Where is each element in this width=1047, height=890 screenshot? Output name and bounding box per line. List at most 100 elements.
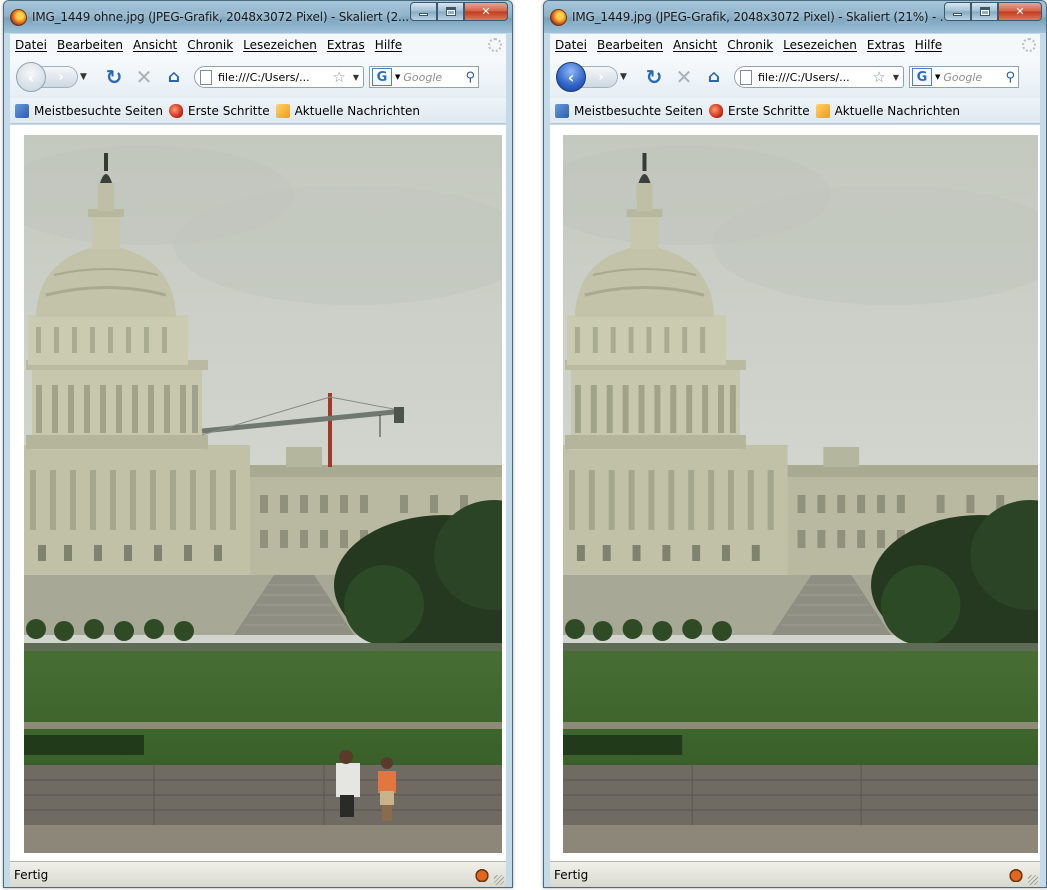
menu-datei[interactable]: Datei	[555, 38, 587, 52]
photo-image	[24, 135, 502, 853]
window-title: IMG_1449.jpg (JPEG-Grafik, 2048x3072 Pix…	[572, 10, 944, 24]
magnifier-icon[interactable]: ⚲	[1005, 70, 1015, 85]
search-placeholder[interactable]: Google	[403, 71, 465, 84]
maximize-button[interactable]	[971, 2, 998, 21]
status-text: Fertig	[14, 867, 49, 882]
page-content	[10, 125, 506, 861]
stop-icon[interactable]: ✕	[132, 65, 156, 89]
resize-grip-icon[interactable]	[494, 875, 504, 885]
navigation-toolbar: ‹ › ▼ ↻ ✕ ⌂ file:///C:/Users/... ☆ ▼ G ▼…	[10, 56, 506, 98]
title-bar[interactable]: IMG_1449 ohne.jpg (JPEG-Grafik, 2048x307…	[4, 1, 512, 33]
folder-icon	[15, 103, 29, 118]
back-arrow-icon: ‹	[27, 67, 35, 87]
bookmarks-toolbar: Meistbesuchte Seiten Erste Schritte Aktu…	[550, 98, 1040, 124]
bookmark-label: Meistbesuchte Seiten	[574, 103, 704, 118]
minimize-button[interactable]	[944, 2, 971, 21]
star-icon[interactable]: ☆	[872, 68, 885, 86]
google-icon[interactable]: G	[912, 68, 932, 86]
back-button[interactable]: ‹	[16, 62, 46, 92]
resize-grip-icon[interactable]	[1028, 875, 1038, 885]
page-content	[550, 125, 1040, 861]
history-dropdown-icon[interactable]: ▼	[620, 72, 627, 82]
menu-extras[interactable]: Extras	[327, 38, 365, 52]
stop-icon[interactable]: ✕	[672, 65, 696, 89]
minimize-icon	[419, 13, 428, 16]
menu-lesezeichen[interactable]: Lesezeichen	[783, 38, 857, 52]
menu-hilfe[interactable]: Hilfe	[915, 38, 942, 52]
menu-chronik[interactable]: Chronik	[727, 38, 773, 52]
menu-datei[interactable]: Datei	[15, 38, 47, 52]
photo-image	[563, 135, 1038, 853]
firefox-logo-icon	[10, 8, 27, 26]
capitol-photo[interactable]	[24, 135, 502, 853]
close-button[interactable]: ✕	[998, 2, 1042, 21]
forward-arrow-icon: ›	[58, 69, 64, 85]
bookmark-label: Erste Schritte	[188, 103, 270, 118]
close-button[interactable]: ✕	[464, 2, 508, 21]
address-bar[interactable]: file:///C:/Users/... ☆ ▼	[734, 66, 904, 88]
menu-extras[interactable]: Extras	[867, 38, 905, 52]
menu-lesezeichen[interactable]: Lesezeichen	[243, 38, 317, 52]
status-bar: Fertig	[550, 861, 1040, 887]
title-bar[interactable]: IMG_1449.jpg (JPEG-Grafik, 2048x3072 Pix…	[544, 1, 1046, 33]
bug-icon[interactable]	[1008, 867, 1024, 882]
engine-dropdown-icon[interactable]: ▼	[395, 73, 400, 81]
search-box[interactable]: G ▼ Google ⚲	[909, 66, 1019, 88]
address-text[interactable]: file:///C:/Users/...	[218, 71, 329, 84]
capitol-photo[interactable]	[563, 135, 1038, 853]
engine-dropdown-icon[interactable]: ▼	[935, 73, 940, 81]
menu-ansicht[interactable]: Ansicht	[673, 38, 717, 52]
forward-arrow-icon: ›	[598, 69, 604, 85]
search-box[interactable]: G ▼ Google ⚲	[369, 66, 479, 88]
back-arrow-icon: ‹	[567, 67, 575, 87]
magnifier-icon[interactable]: ⚲	[465, 70, 475, 85]
minimize-icon	[953, 13, 962, 16]
rss-icon	[275, 103, 290, 118]
bookmark-most-visited[interactable]: Meistbesuchte Seiten	[15, 103, 164, 118]
reload-icon[interactable]: ↻	[102, 65, 126, 89]
maximize-icon	[979, 7, 990, 16]
rss-icon	[815, 103, 830, 118]
bookmark-label: Erste Schritte	[728, 103, 810, 118]
google-icon[interactable]: G	[372, 68, 392, 86]
navigation-toolbar: ‹ › ▼ ↻ ✕ ⌂ file:///C:/Users/... ☆ ▼ G ▼…	[550, 56, 1040, 98]
bookmark-label: Meistbesuchte Seiten	[34, 103, 164, 118]
menu-hilfe[interactable]: Hilfe	[375, 38, 402, 52]
url-dropdown-icon[interactable]: ▼	[353, 73, 359, 82]
address-bar[interactable]: file:///C:/Users/... ☆ ▼	[194, 66, 364, 88]
bookmark-latest-news[interactable]: Aktuelle Nachrichten	[275, 103, 421, 118]
bookmark-most-visited[interactable]: Meistbesuchte Seiten	[555, 103, 704, 118]
bookmark-label: Aktuelle Nachrichten	[834, 103, 961, 118]
bookmark-latest-news[interactable]: Aktuelle Nachrichten	[815, 103, 961, 118]
menu-bearbeiten[interactable]: Bearbeiten	[597, 38, 663, 52]
throbber-icon	[488, 38, 502, 52]
minimize-button[interactable]	[410, 2, 437, 21]
firefox-bookmark-icon	[709, 103, 724, 118]
throbber-icon	[1022, 38, 1036, 52]
bug-icon[interactable]	[474, 867, 490, 882]
menu-chronik[interactable]: Chronik	[187, 38, 233, 52]
history-dropdown-icon[interactable]: ▼	[80, 72, 87, 82]
reload-icon[interactable]: ↻	[642, 65, 666, 89]
browser-window-left: IMG_1449 ohne.jpg (JPEG-Grafik, 2048x307…	[3, 0, 513, 888]
home-icon[interactable]: ⌂	[702, 65, 726, 89]
address-text[interactable]: file:///C:/Users/...	[758, 71, 869, 84]
home-icon[interactable]: ⌂	[162, 65, 186, 89]
menu-ansicht[interactable]: Ansicht	[133, 38, 177, 52]
menu-bearbeiten[interactable]: Bearbeiten	[57, 38, 123, 52]
bookmark-getting-started[interactable]: Erste Schritte	[169, 103, 270, 118]
search-placeholder[interactable]: Google	[943, 71, 1005, 84]
status-bar: Fertig	[10, 861, 506, 887]
page-icon	[740, 69, 752, 85]
star-icon[interactable]: ☆	[332, 68, 345, 86]
firefox-bookmark-icon	[169, 103, 184, 118]
status-text: Fertig	[554, 867, 589, 882]
url-dropdown-icon[interactable]: ▼	[893, 73, 899, 82]
back-button[interactable]: ‹	[556, 62, 586, 92]
bookmark-getting-started[interactable]: Erste Schritte	[709, 103, 810, 118]
firefox-logo-icon	[550, 8, 567, 26]
close-icon: ✕	[481, 5, 491, 18]
bookmark-label: Aktuelle Nachrichten	[294, 103, 421, 118]
page-icon	[200, 69, 212, 85]
maximize-button[interactable]	[437, 2, 464, 21]
